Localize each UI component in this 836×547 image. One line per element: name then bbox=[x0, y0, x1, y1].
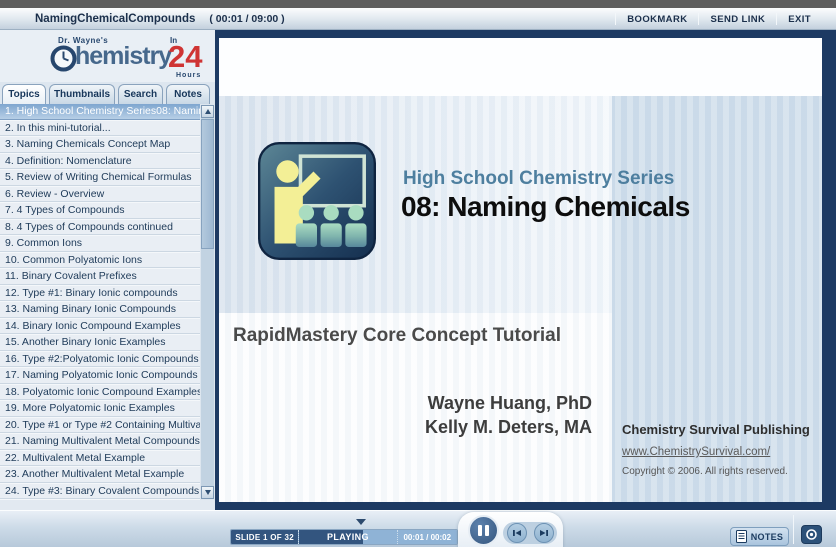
topic-item-18[interactable]: 18. Polyatomic Ionic Compound Examples bbox=[0, 384, 200, 400]
slide-right-panel bbox=[612, 96, 822, 502]
exit-button[interactable]: EXIT bbox=[777, 14, 822, 25]
slide-time: 00:01 / 00:02 bbox=[396, 530, 457, 544]
publisher-name: Chemistry Survival Publishing bbox=[622, 422, 810, 437]
topic-item-14[interactable]: 14. Binary Ionic Compound Examples bbox=[0, 318, 200, 334]
scroll-down-icon bbox=[204, 490, 211, 495]
topic-item-7[interactable]: 7. 4 Types of Compounds bbox=[0, 203, 200, 219]
scroll-up-button[interactable] bbox=[201, 105, 214, 118]
topic-item-24[interactable]: 24. Type #3: Binary Covalent Compounds bbox=[0, 483, 200, 499]
send-link-button[interactable]: SEND LINK bbox=[699, 14, 776, 25]
window-top-strip bbox=[0, 0, 836, 8]
scroll-up-icon bbox=[204, 109, 211, 114]
slide-frame: High School Chemistry Series 08: Naming … bbox=[215, 30, 836, 510]
bottombar-divider bbox=[793, 515, 794, 544]
publisher-url-link[interactable]: www.ChemistrySurvival.com/ bbox=[622, 446, 770, 458]
tab-notes[interactable]: Notes bbox=[166, 84, 210, 104]
previous-slide-button[interactable] bbox=[506, 523, 527, 543]
topic-item-20[interactable]: 20. Type #1 or Type #2 Containing Multiv… bbox=[0, 417, 200, 433]
fullscreen-icon bbox=[806, 529, 817, 540]
topic-item-22[interactable]: 22. Multivalent Metal Example bbox=[0, 450, 200, 466]
topic-item-21[interactable]: 21. Naming Multivalent Metal Compounds bbox=[0, 434, 200, 450]
pause-button[interactable] bbox=[468, 515, 499, 546]
course-elapsed-time: ( 00:01 / 09:00 ) bbox=[209, 12, 285, 25]
slide-counter: SLIDE 1 OF 32 bbox=[231, 530, 299, 544]
topbar-actions: BOOKMARK SEND LINK EXIT bbox=[615, 8, 822, 30]
topic-item-17[interactable]: 17. Naming Polyatomic Ionic Compounds bbox=[0, 368, 200, 384]
logo-number: 24 bbox=[168, 39, 203, 74]
bookmark-button[interactable]: BOOKMARK bbox=[616, 14, 698, 25]
slide-series-heading: High School Chemistry Series bbox=[403, 168, 675, 189]
step-forward-icon bbox=[539, 530, 548, 536]
notes-label: NOTES bbox=[750, 531, 784, 542]
chemistry-24-logo: Dr. Wayne's hemistry In 24 Hours bbox=[50, 34, 202, 80]
next-slide-button[interactable] bbox=[533, 523, 554, 543]
topic-item-6[interactable]: 6. Review - Overview bbox=[0, 186, 200, 202]
logo-area: Dr. Wayne's hemistry In 24 Hours bbox=[0, 30, 215, 82]
course-title: NamingChemicalCompounds bbox=[35, 12, 196, 25]
pause-icon bbox=[485, 525, 489, 536]
slide-authors: Wayne Huang, PhD Kelly M. Deters, MA bbox=[425, 391, 592, 439]
topic-item-15[interactable]: 15. Another Binary Ionic Examples bbox=[0, 335, 200, 351]
notes-button[interactable]: NOTES bbox=[730, 527, 789, 546]
presenter-icon bbox=[258, 142, 376, 260]
topic-item-1[interactable]: 1. High School Chemistry Series08: Namin… bbox=[0, 104, 200, 120]
playback-status: PLAYING bbox=[326, 532, 369, 542]
logo-word: hemistry bbox=[75, 42, 172, 70]
scrollbar-thumb[interactable] bbox=[201, 119, 214, 249]
clock-icon bbox=[50, 45, 77, 72]
slide-title: 08: Naming Chemicals bbox=[401, 191, 690, 222]
progress-bar[interactable]: SLIDE 1 OF 32 PLAYING 00:01 / 00:02 bbox=[230, 529, 458, 545]
slide-subtitle: RapidMastery Core Concept Tutorial bbox=[233, 325, 561, 346]
pause-icon bbox=[478, 525, 482, 536]
topic-item-11[interactable]: 11. Binary Covalent Prefixes bbox=[0, 269, 200, 285]
topics-list: 1. High School Chemistry Series08: Namin… bbox=[0, 104, 200, 500]
sidebar: Dr. Wayne's hemistry In 24 Hours Topics … bbox=[0, 30, 215, 547]
transport-controls bbox=[458, 512, 563, 547]
topic-item-8[interactable]: 8. 4 Types of Compounds continued bbox=[0, 219, 200, 235]
playback-bar: SLIDE 1 OF 32 PLAYING 00:01 / 00:02 NOTE… bbox=[0, 510, 836, 547]
topic-item-23[interactable]: 23. Another Multivalent Metal Example bbox=[0, 467, 200, 483]
tab-search[interactable]: Search bbox=[118, 84, 163, 104]
slide-canvas: High School Chemistry Series 08: Naming … bbox=[219, 38, 822, 502]
tab-topics[interactable]: Topics bbox=[2, 84, 46, 104]
tab-thumbnails[interactable]: Thumbnails bbox=[49, 84, 115, 104]
author-2: Kelly M. Deters, MA bbox=[424, 417, 592, 437]
seek-handle[interactable] bbox=[356, 519, 366, 525]
step-controls bbox=[503, 522, 557, 544]
topic-item-3[interactable]: 3. Naming Chemicals Concept Map bbox=[0, 137, 200, 153]
topic-item-10[interactable]: 10. Common Polyatomic Ions bbox=[0, 252, 200, 268]
topic-item-19[interactable]: 19. More Polyatomic Ionic Examples bbox=[0, 401, 200, 417]
topic-item-16[interactable]: 16. Type #2:Polyatomic Ionic Compounds bbox=[0, 351, 200, 367]
tab-bar: Topics Thumbnails Search Notes bbox=[2, 82, 215, 104]
slide-top-band bbox=[219, 38, 822, 96]
topic-item-9[interactable]: 9. Common Ions bbox=[0, 236, 200, 252]
publisher-copyright: Copyright © 2006. All rights reserved. bbox=[622, 466, 788, 477]
sidebar-footer bbox=[0, 500, 215, 510]
author-1: Wayne Huang, PhD bbox=[427, 393, 592, 413]
topic-item-13[interactable]: 13. Naming Binary Ionic Compounds bbox=[0, 302, 200, 318]
logo-hours: Hours bbox=[176, 72, 202, 79]
topic-item-12[interactable]: 12. Type #1: Binary Ionic compounds bbox=[0, 285, 200, 301]
top-bar: NamingChemicalCompounds ( 00:01 / 09:00 … bbox=[0, 8, 836, 30]
topics-scrollbar[interactable] bbox=[201, 105, 214, 499]
notes-icon bbox=[735, 530, 747, 543]
logo-24-block: In 24 Hours bbox=[168, 34, 210, 80]
topic-item-4[interactable]: 4. Definition: Nomenclature bbox=[0, 153, 200, 169]
topic-item-5[interactable]: 5. Review of Writing Chemical Formulas bbox=[0, 170, 200, 186]
fullscreen-button[interactable] bbox=[801, 525, 822, 544]
progress-track[interactable]: PLAYING bbox=[298, 530, 397, 544]
topic-item-2[interactable]: 2. In this mini-tutorial... bbox=[0, 120, 200, 136]
step-back-icon bbox=[512, 530, 521, 536]
scroll-down-button[interactable] bbox=[201, 486, 214, 499]
